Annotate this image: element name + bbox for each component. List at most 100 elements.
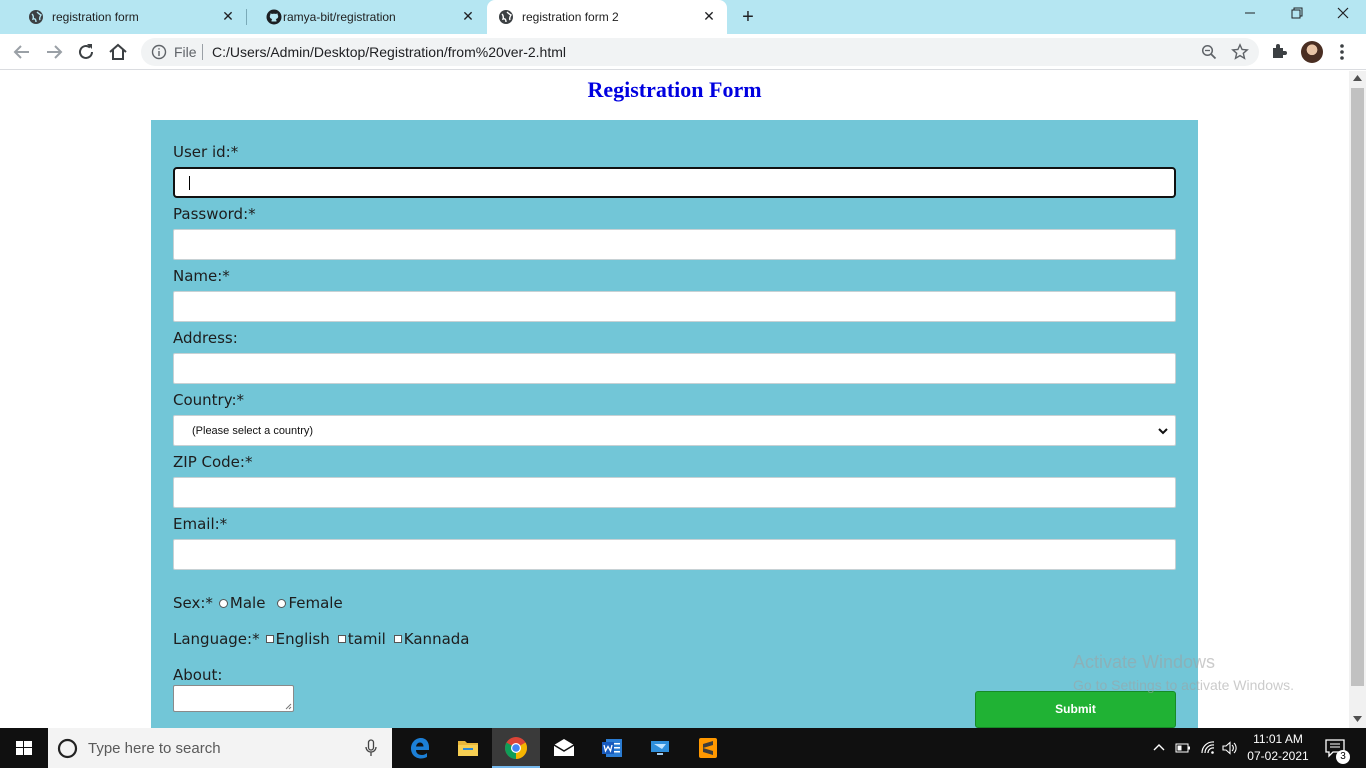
tab-github-registration[interactable]: ramya-bit/registration ✕ (246, 0, 486, 34)
zip-code-input[interactable] (173, 477, 1176, 508)
word-icon (602, 739, 622, 757)
vertical-scrollbar[interactable] (1349, 71, 1366, 728)
start-button[interactable] (0, 728, 48, 768)
taskbar-edge[interactable] (396, 728, 444, 768)
microphone-icon[interactable] (364, 739, 378, 757)
notification-count-badge: 3 (1336, 750, 1350, 764)
home-icon[interactable] (107, 41, 129, 63)
globe-icon (499, 10, 513, 24)
tamil-checkbox[interactable] (337, 635, 346, 643)
password-label: Password:* (173, 205, 256, 223)
speaker-icon[interactable] (1222, 740, 1238, 756)
resize-grip-icon[interactable] (285, 703, 292, 710)
password-input[interactable] (173, 229, 1176, 260)
cortana-icon (57, 738, 78, 759)
close-icon[interactable]: ✕ (701, 8, 717, 24)
language-row: Language:* English tamil Kannada (173, 630, 473, 648)
minimize-button[interactable] (1238, 4, 1262, 26)
address-bar[interactable]: File C:/Users/Admin/Desktop/Registration… (141, 38, 1259, 66)
taskbar-remote-desktop[interactable] (636, 728, 684, 768)
sex-label: Sex:* (173, 594, 213, 612)
extensions-puzzle-icon[interactable] (1270, 42, 1288, 60)
battery-icon[interactable] (1175, 740, 1191, 756)
taskbar-chrome[interactable] (492, 728, 540, 768)
female-label: Female (288, 594, 343, 612)
language-label: Language:* (173, 630, 260, 648)
github-icon (266, 9, 282, 25)
wifi-icon[interactable] (1200, 740, 1216, 756)
tab-title: ramya-bit/registration (283, 10, 396, 24)
taskbar-clock[interactable]: 11:01 AM 07-02-2021 (1240, 731, 1316, 765)
name-label: Name:* (173, 267, 230, 285)
info-icon[interactable] (151, 44, 167, 60)
address-input[interactable] (173, 353, 1176, 384)
page-viewport: Registration Form User id:* Password:* N… (0, 71, 1349, 728)
scroll-down-arrow-icon[interactable] (1353, 716, 1362, 722)
back-arrow-icon[interactable] (11, 41, 33, 63)
address-label: Address: (173, 329, 238, 347)
taskbar-mail[interactable] (540, 728, 588, 768)
close-icon[interactable]: ✕ (460, 8, 476, 24)
male-label: Male (229, 594, 266, 612)
taskbar-file-explorer[interactable] (444, 728, 492, 768)
text-caret (189, 176, 190, 190)
tab-strip: registration form ✕ ramya-bit/registrati… (0, 0, 1366, 34)
search-placeholder: Type here to search (88, 740, 221, 757)
restore-icon (1291, 7, 1303, 19)
minimize-icon (1245, 12, 1255, 14)
name-input[interactable] (173, 291, 1176, 322)
female-radio[interactable] (277, 598, 287, 608)
tab-registration-form[interactable]: registration form ✕ (8, 0, 246, 34)
kannada-checkbox[interactable] (393, 635, 402, 643)
globe-icon (29, 10, 43, 24)
reload-icon[interactable] (75, 41, 97, 63)
new-tab-button[interactable]: + (738, 7, 758, 27)
user-id-input[interactable] (173, 167, 1176, 198)
forward-arrow-icon[interactable] (43, 41, 65, 63)
remote-desktop-icon (651, 741, 669, 755)
kebab-menu-icon[interactable] (1336, 42, 1348, 62)
file-explorer-icon (458, 741, 478, 756)
clock-date: 07-02-2021 (1247, 749, 1309, 763)
english-checkbox[interactable] (265, 635, 274, 643)
chevron-up-icon[interactable] (1151, 740, 1167, 756)
url-text[interactable]: C:/Users/Admin/Desktop/Registration/from… (212, 44, 566, 60)
email-input[interactable] (173, 539, 1176, 570)
windows-taskbar: Type here to search 11:01 AM 07-02-2021 … (0, 728, 1366, 768)
chevron-down-icon (1158, 428, 1168, 435)
close-window-button[interactable] (1331, 4, 1355, 26)
windows-logo-icon (16, 741, 32, 755)
tamil-label: tamil (347, 630, 386, 648)
page-title: Registration Form (587, 77, 762, 102)
mail-icon (553, 739, 575, 756)
email-label: Email:* (173, 515, 228, 533)
scroll-thumb[interactable] (1351, 88, 1364, 686)
zoom-icon[interactable] (1201, 44, 1217, 60)
about-textarea[interactable] (173, 685, 294, 712)
taskbar-sublime-text[interactable] (684, 728, 732, 768)
clock-time: 11:01 AM (1253, 732, 1303, 746)
taskbar-word[interactable] (588, 728, 636, 768)
tab-registration-form-2[interactable]: registration form 2 ✕ (487, 0, 727, 34)
profile-avatar[interactable] (1301, 41, 1323, 63)
sex-row: Sex:* Male Female (173, 594, 347, 612)
country-selected-value: (Please select a country) (192, 425, 314, 437)
submit-button[interactable]: Submit (975, 691, 1176, 728)
tab-title: registration form 2 (522, 10, 619, 24)
country-select[interactable]: (Please select a country) (173, 415, 1176, 446)
country-label: Country:* (173, 391, 245, 409)
scroll-up-arrow-icon[interactable] (1353, 75, 1362, 81)
chrome-icon (505, 737, 527, 759)
male-radio[interactable] (218, 598, 228, 608)
address-divider (202, 44, 203, 60)
user-id-label: User id:* (173, 143, 239, 161)
about-label: About: (173, 666, 223, 684)
registration-form: User id:* Password:* Name:* Address: Cou… (151, 120, 1198, 728)
sublime-text-icon (699, 738, 717, 758)
star-icon[interactable] (1231, 43, 1249, 61)
taskbar-search-box[interactable]: Type here to search (48, 728, 392, 768)
zip-code-label: ZIP Code:* (173, 453, 253, 471)
restore-button[interactable] (1285, 4, 1309, 26)
kannada-label: Kannada (403, 630, 470, 648)
close-icon[interactable]: ✕ (220, 8, 236, 24)
